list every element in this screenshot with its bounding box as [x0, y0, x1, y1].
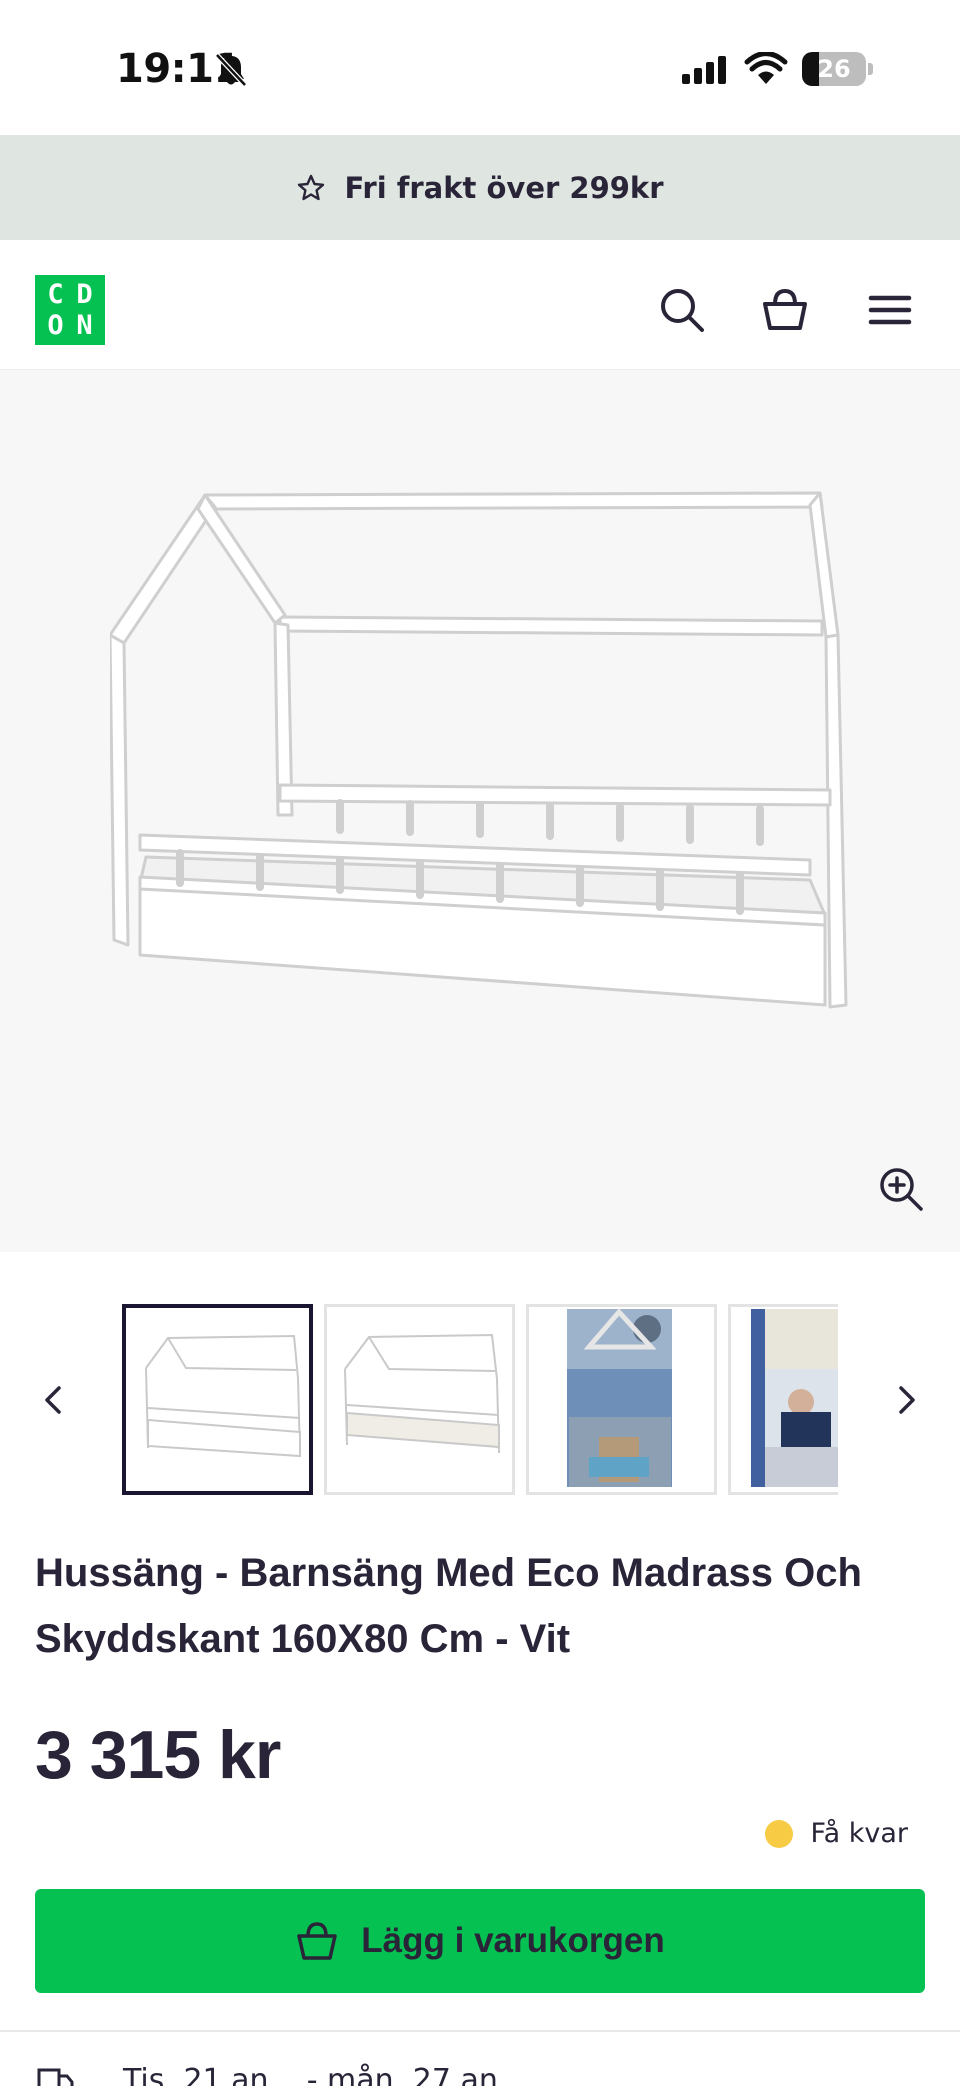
stock-status: Få kvar: [764, 1818, 908, 1849]
thumbnail-4[interactable]: [728, 1304, 838, 1495]
bell-slash-icon: [215, 53, 247, 87]
search-icon[interactable]: [657, 285, 707, 335]
menu-icon[interactable]: [865, 285, 915, 335]
logo-letter-c: C: [47, 279, 64, 310]
delivery-truck-icon: [37, 2068, 74, 2086]
thumbnail-carousel: [0, 1302, 960, 1496]
add-to-cart-label: Lägg i varukorgen: [361, 1921, 665, 1960]
product-title-line-1: Hussäng - Barnsäng Med Eco Madrass Och: [35, 1551, 862, 1595]
thumbnail-room-photo-2: [751, 1309, 838, 1487]
stock-indicator-dot: [764, 1819, 793, 1848]
product-image-house-bed[interactable]: [110, 485, 850, 1045]
battery-body: 26: [802, 52, 866, 86]
cdon-logo[interactable]: C D O N: [35, 275, 105, 345]
product-image-area[interactable]: [0, 370, 960, 1252]
thumbnail-2[interactable]: [324, 1304, 515, 1495]
battery-level: 26: [817, 55, 851, 83]
divider: [0, 2030, 960, 2032]
delivery-text: Tis, 21 an... - mån, 27 an...: [123, 2062, 527, 2086]
delivery-estimate: Tis, 21 an... - mån, 27 an...: [35, 2060, 526, 2086]
cellular-signal-icon: [682, 56, 726, 84]
battery-tip: [868, 63, 873, 75]
product-title: Hussäng - Barnsäng Med Eco Madrass Och S…: [35, 1540, 935, 1672]
wifi-icon: [744, 52, 788, 84]
logo-letter-n: N: [76, 310, 93, 341]
logo-letter-o: O: [47, 310, 64, 341]
thumbnail-3[interactable]: [526, 1304, 717, 1495]
add-to-cart-button[interactable]: Lägg i varukorgen: [35, 1889, 925, 1993]
logo-letter-d: D: [76, 279, 93, 310]
thumbnail-bed-image: [145, 1334, 301, 1458]
stock-label: Få kvar: [810, 1818, 908, 1849]
site-header: C D O N: [0, 240, 960, 370]
thumbnail-1[interactable]: [122, 1304, 313, 1495]
basket-icon: [297, 1922, 338, 1960]
status-bar: 19:11 26: [0, 0, 960, 135]
battery-indicator: 26: [802, 52, 873, 86]
chevron-right-icon[interactable]: [885, 1372, 925, 1428]
chevron-left-icon[interactable]: [35, 1372, 75, 1428]
thumbnail-bed-frame-image: [344, 1333, 500, 1454]
star-outline-icon: [298, 174, 325, 200]
zoom-in-icon[interactable]: [878, 1166, 924, 1212]
thumbnail-room-photo-1: [567, 1308, 672, 1487]
basket-icon[interactable]: [760, 285, 810, 335]
thumbnail-track: [122, 1304, 838, 1496]
product-price: 3 315 kr: [35, 1717, 281, 1793]
promo-text: Fri frakt över 299kr: [344, 170, 664, 205]
product-title-line-2: Skyddskant 160X80 Cm - Vit: [35, 1617, 571, 1661]
promo-banner: Fri frakt över 299kr: [0, 135, 960, 240]
